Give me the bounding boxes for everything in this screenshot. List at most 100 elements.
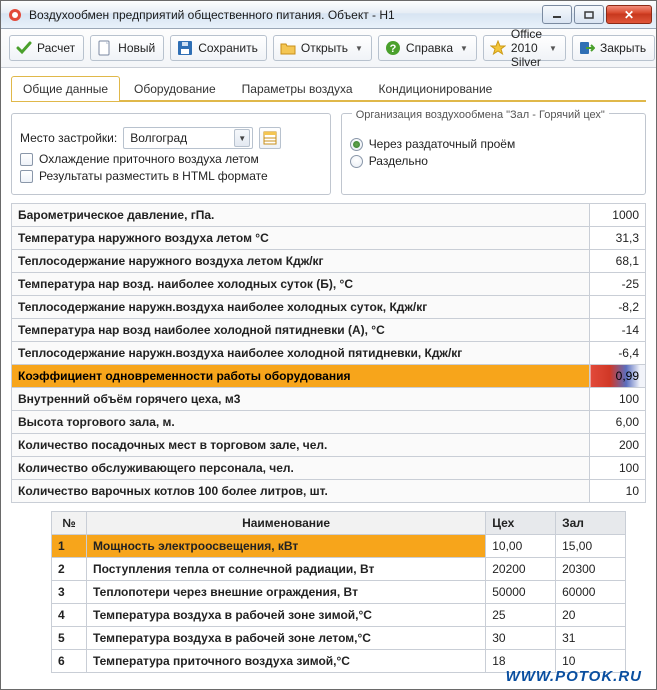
new-label: Новый: [118, 41, 155, 55]
sub-num: 4: [52, 604, 87, 627]
close-button[interactable]: ✕: [606, 5, 652, 24]
save-icon: [177, 40, 193, 56]
save-label: Сохранить: [198, 41, 258, 55]
open-button[interactable]: Открыть ▼: [273, 35, 372, 61]
save-button[interactable]: Сохранить: [170, 35, 267, 61]
param-row: Теплосодержание наружного воздуха летом …: [12, 250, 646, 273]
sub-row: 5Температура воздуха в рабочей зоне лето…: [52, 627, 626, 650]
sub-zal[interactable]: 20: [556, 604, 626, 627]
lookup-button[interactable]: [259, 127, 281, 149]
param-value[interactable]: 200: [590, 434, 646, 457]
footer-link[interactable]: WWW.POTOK.RU: [506, 668, 642, 685]
tab-air-params[interactable]: Параметры воздуха: [230, 76, 365, 101]
param-label: Коэффициент одновременности работы обору…: [12, 365, 590, 388]
sub-ceh[interactable]: 20200: [486, 558, 556, 581]
tab-air-params-label: Параметры воздуха: [242, 82, 353, 96]
open-label: Открыть: [301, 41, 348, 55]
maximize-button[interactable]: [574, 5, 604, 24]
open-icon: [280, 40, 296, 56]
param-label: Теплосодержание наружного воздуха летом …: [12, 250, 590, 273]
sub-name: Теплопотери через внешние ограждения, Вт: [86, 581, 485, 604]
param-row: Теплосодержание наружн.воздуха наиболее …: [12, 342, 646, 365]
calc-label: Расчет: [37, 41, 75, 55]
tab-equipment[interactable]: Оборудование: [122, 76, 228, 101]
theme-label: Office 2010 Silver: [511, 27, 542, 69]
app-icon: [7, 7, 23, 23]
caret-down-icon: ▼: [549, 44, 557, 53]
window-title: Воздухообмен предприятий общественного п…: [29, 8, 540, 22]
sub-row: 3Теплопотери через внешние ограждения, В…: [52, 581, 626, 604]
sub-ceh[interactable]: 10,00: [486, 535, 556, 558]
sub-ceh[interactable]: 25: [486, 604, 556, 627]
sub-zal[interactable]: 15,00: [556, 535, 626, 558]
sub-name: Мощность электроосвещения, кВт: [86, 535, 485, 558]
calc-button[interactable]: Расчет: [9, 35, 84, 61]
minimize-button[interactable]: [542, 5, 572, 24]
param-row: Теплосодержание наружн.воздуха наиболее …: [12, 296, 646, 319]
help-icon: ?: [385, 40, 401, 56]
tab-general[interactable]: Общие данные: [11, 76, 120, 101]
col-ceh: Цех: [486, 512, 556, 535]
sub-row: 2Поступления тепла от солнечной радиации…: [52, 558, 626, 581]
location-panel: Место застройки: Волгоград ▼ Охлаждение …: [11, 113, 331, 195]
tab-equipment-label: Оборудование: [134, 82, 216, 96]
organization-legend: Организация воздухообмена "Зал - Горячий…: [352, 109, 609, 121]
param-value[interactable]: 31,3: [590, 227, 646, 250]
new-button[interactable]: Новый: [90, 35, 164, 61]
caret-down-icon: ▼: [460, 44, 468, 53]
param-value[interactable]: 100: [590, 457, 646, 480]
help-button[interactable]: ? Справка ▼: [378, 35, 477, 61]
param-value[interactable]: 100: [590, 388, 646, 411]
html-results-checkbox[interactable]: [20, 170, 33, 183]
help-label: Справка: [406, 41, 453, 55]
param-value[interactable]: -6,4: [590, 342, 646, 365]
place-value: Волгоград: [130, 131, 187, 145]
place-combo[interactable]: Волгоград ▼: [123, 127, 253, 149]
sub-ceh[interactable]: 50000: [486, 581, 556, 604]
param-value[interactable]: 1000: [590, 204, 646, 227]
cooling-label: Охлаждение приточного воздуха летом: [39, 152, 259, 166]
param-row: Температура нар возд. наиболее холодных …: [12, 273, 646, 296]
caret-down-icon[interactable]: ▼: [234, 129, 250, 147]
param-value[interactable]: 0,99: [590, 365, 646, 388]
sub-zal[interactable]: 60000: [556, 581, 626, 604]
close-app-label: Закрыть: [600, 41, 646, 55]
sub-num: 2: [52, 558, 87, 581]
app-window: Воздухообмен предприятий общественного п…: [0, 0, 657, 690]
star-icon: [490, 40, 506, 56]
param-value[interactable]: 6,00: [590, 411, 646, 434]
close-app-button[interactable]: Закрыть: [572, 35, 655, 61]
tab-conditioning-label: Кондиционирование: [379, 82, 493, 96]
window-controls: ✕: [540, 5, 652, 24]
through-opening-radio[interactable]: [350, 138, 363, 151]
param-row: Температура нар возд наиболее холодной п…: [12, 319, 646, 342]
param-label: Температура нар возд наиболее холодной п…: [12, 319, 590, 342]
sub-num: 1: [52, 535, 87, 558]
param-value[interactable]: 68,1: [590, 250, 646, 273]
param-row: Высота торгового зала, м.6,00: [12, 411, 646, 434]
sub-num: 5: [52, 627, 87, 650]
param-row: Барометрическое давление, гПа.1000: [12, 204, 646, 227]
theme-button[interactable]: Office 2010 Silver ▼: [483, 35, 566, 61]
tab-conditioning[interactable]: Кондиционирование: [367, 76, 505, 101]
param-value[interactable]: -14: [590, 319, 646, 342]
titlebar: Воздухообмен предприятий общественного п…: [1, 1, 656, 29]
caret-down-icon: ▼: [355, 44, 363, 53]
param-value[interactable]: -25: [590, 273, 646, 296]
new-file-icon: [97, 40, 113, 56]
col-num: №: [52, 512, 87, 535]
sub-zal[interactable]: 31: [556, 627, 626, 650]
sub-ceh[interactable]: 30: [486, 627, 556, 650]
content-area: Место застройки: Волгоград ▼ Охлаждение …: [1, 103, 656, 689]
toolbar: Расчет Новый Сохранить Открыть ▼ ? Справ…: [1, 29, 656, 68]
params-table: Барометрическое давление, гПа.1000 Темпер…: [11, 203, 646, 503]
param-value[interactable]: 10: [590, 480, 646, 503]
sub-zal[interactable]: 20300: [556, 558, 626, 581]
cooling-checkbox[interactable]: [20, 153, 33, 166]
param-label: Внутренний объём горячего цеха, м3: [12, 388, 590, 411]
organization-panel: Организация воздухообмена "Зал - Горячий…: [341, 113, 646, 195]
separate-radio[interactable]: [350, 155, 363, 168]
param-label: Теплосодержание наружн.воздуха наиболее …: [12, 296, 590, 319]
table-icon: [263, 131, 277, 145]
param-value[interactable]: -8,2: [590, 296, 646, 319]
